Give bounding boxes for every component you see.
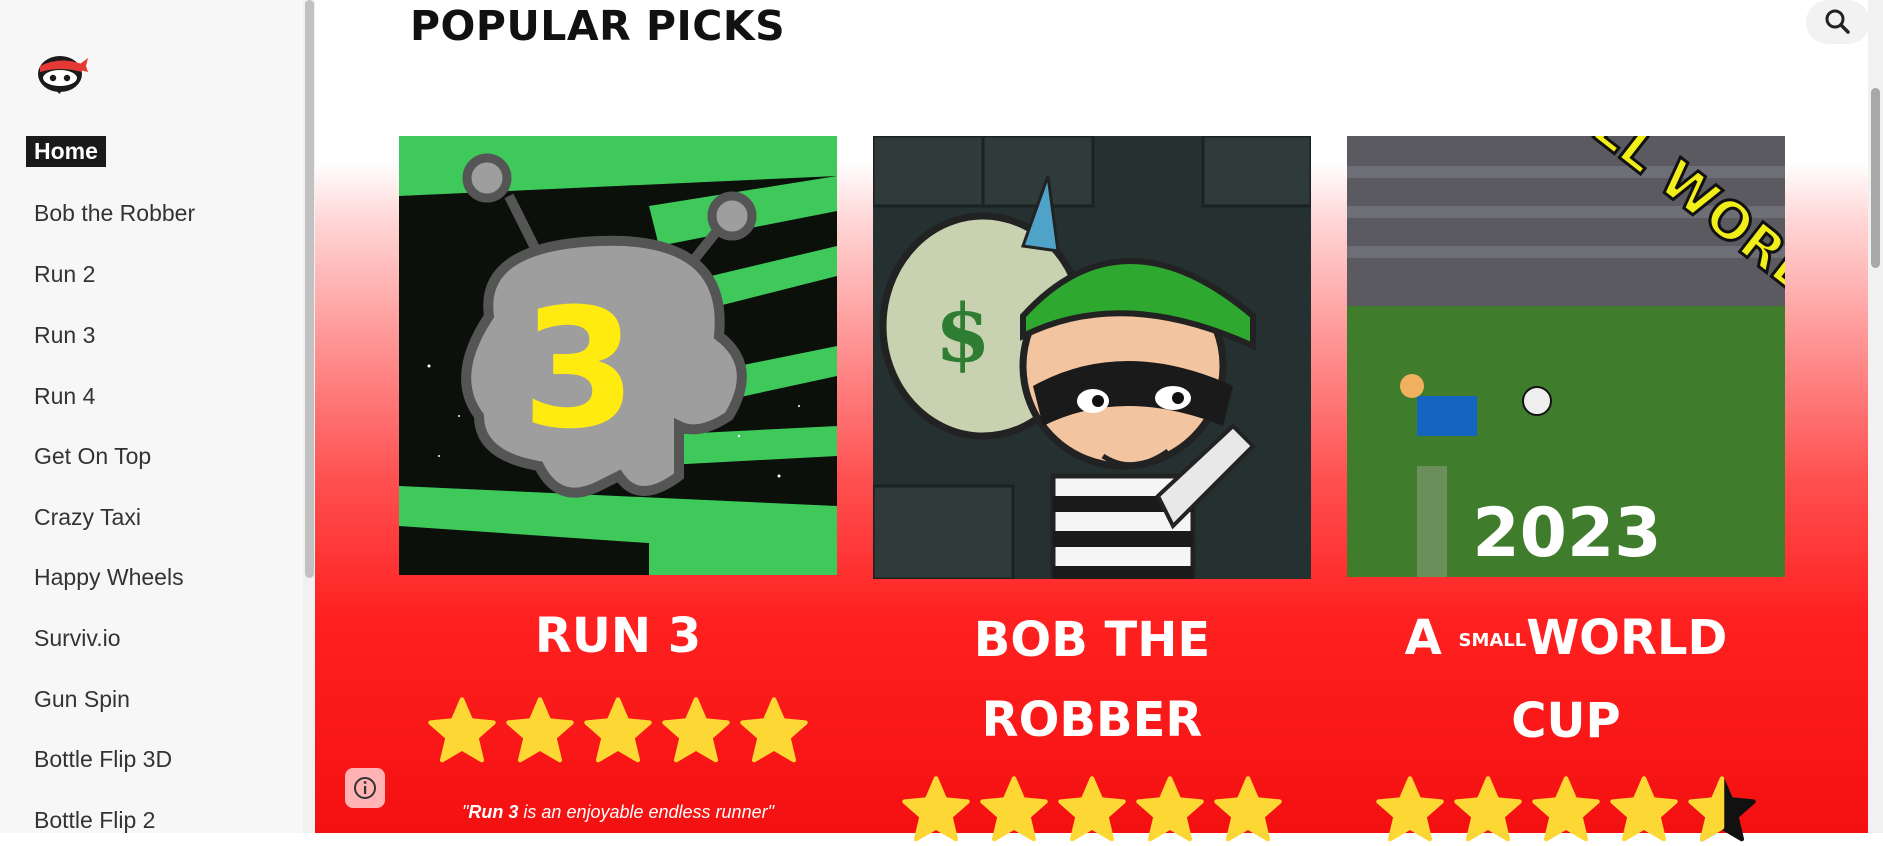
search-icon [1825, 9, 1850, 34]
star-icon [1214, 776, 1282, 842]
info-button[interactable] [345, 768, 385, 808]
svg-text:3: 3 [522, 273, 637, 465]
a-small-world-cup-title-line2: CUP [1511, 693, 1621, 749]
a-small-world-cup-rating [1347, 774, 1785, 846]
bob-the-robber-rating [873, 774, 1311, 846]
bob-the-robber-art: $ [873, 136, 1311, 579]
star-icon [902, 776, 970, 842]
a-small-world-cup-art: A SMALL WORLD CUP!! 2023 [1347, 136, 1785, 577]
run-3-art: 3 [399, 136, 837, 575]
sidebar-item-gun-spin[interactable]: Gun Spin [34, 686, 130, 713]
star-icon [1532, 776, 1600, 842]
sidebar-item-bottle-flip-3d[interactable]: Bottle Flip 3D [34, 746, 172, 773]
a-small-world-cup-title-world: WORLD [1526, 610, 1728, 666]
star-icon [980, 776, 1048, 842]
run-3-quote: "Run 3 is an enjoyable endless runner" [462, 802, 774, 822]
run-3-quote-text: is an enjoyable endless runner" [518, 802, 774, 822]
run-3-thumbnail[interactable]: 3 [399, 136, 837, 575]
sidebar-item-crazy-taxi[interactable]: Crazy Taxi [34, 504, 141, 531]
star-icon [1136, 776, 1204, 842]
sidebar-scrollbar-thumb[interactable] [305, 0, 314, 578]
star-icon [662, 697, 730, 763]
run-3-title[interactable]: RUN 3 [399, 596, 837, 676]
info-icon [354, 777, 376, 799]
star-icon [1454, 776, 1522, 842]
page-title: POPULAR PICKS [410, 2, 786, 50]
main-scrollbar-thumb[interactable] [1871, 88, 1880, 268]
sidebar-item-bottle-flip-2[interactable]: Bottle Flip 2 [34, 807, 155, 834]
star-icon [1610, 776, 1678, 842]
bob-the-robber-title-line1: BOB THE [973, 612, 1211, 668]
a-small-world-cup-title-a: A [1404, 610, 1442, 666]
sidebar-item-run-3[interactable]: Run 3 [34, 322, 95, 349]
ninja-logo-icon[interactable] [36, 50, 88, 94]
bob-the-robber-title-line2: ROBBER [981, 692, 1203, 748]
search-button[interactable] [1806, 0, 1870, 44]
sidebar-item-happy-wheels[interactable]: Happy Wheels [34, 564, 184, 591]
bob-the-robber-title[interactable]: BOB THE ROBBER [873, 600, 1311, 760]
sidebar-item-home[interactable]: Home [26, 136, 106, 167]
sidebar-item-run-4[interactable]: Run 4 [34, 383, 95, 410]
sidebar-item-bob-the-robber[interactable]: Bob the Robber [34, 200, 195, 227]
sidebar-item-run-2[interactable]: Run 2 [34, 261, 95, 288]
svg-text:$: $ [935, 286, 991, 380]
a-small-world-cup-art-year: 2023 [1472, 494, 1661, 573]
bob-the-robber-thumbnail[interactable]: $ [873, 136, 1311, 579]
a-small-world-cup-title-line1: A SMALLWORLD [1347, 598, 1785, 681]
star-icon [1058, 776, 1126, 842]
a-small-world-cup-title-small: SMALL [1458, 630, 1527, 651]
run-3-quote-game: Run 3 [468, 802, 519, 822]
run-3-rating [399, 695, 837, 767]
star-icon [740, 697, 808, 763]
sidebar-item-get-on-top[interactable]: Get On Top [34, 443, 151, 470]
half-star-icon [1688, 776, 1756, 842]
star-icon [584, 697, 652, 763]
sidebar-item-surviv-io[interactable]: Surviv.io [34, 625, 121, 652]
star-icon [428, 697, 496, 763]
star-icon [1376, 776, 1444, 842]
a-small-world-cup-title[interactable]: A SMALLWORLD CUP [1347, 598, 1785, 761]
sidebar: Home Bob the Robber Run 2 Run 3 Run 4 Ge… [0, 0, 303, 833]
star-icon [506, 697, 574, 763]
a-small-world-cup-thumbnail[interactable]: A SMALL WORLD CUP!! 2023 [1347, 136, 1785, 577]
